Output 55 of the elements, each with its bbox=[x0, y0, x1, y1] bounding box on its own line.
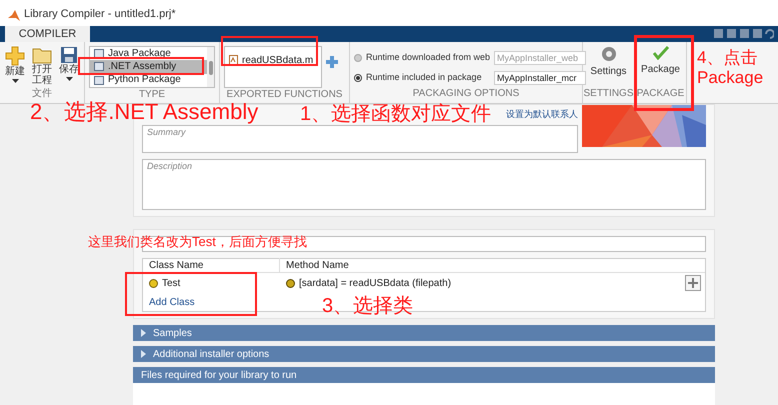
caret-icon bbox=[12, 79, 18, 84]
column-header: Method Name bbox=[285, 259, 350, 273]
section-label: 文件 bbox=[31, 87, 53, 101]
settings-button[interactable]: Settings bbox=[587, 46, 630, 79]
settings-icon bbox=[600, 46, 616, 62]
function-file-item[interactable]: readUSBdata.m bbox=[229, 52, 314, 68]
scrollbar[interactable] bbox=[207, 47, 214, 87]
section-header[interactable]: Additional installer options bbox=[133, 346, 715, 362]
app-logo-icon bbox=[8, 10, 20, 22]
section-header[interactable]: Files required for your library to run bbox=[133, 367, 715, 383]
installer-name-field[interactable]: MyAppInstaller_mcr bbox=[494, 71, 586, 85]
annotation-label: 2、选择.NET Assembly bbox=[30, 101, 258, 123]
type-list-item[interactable]: .NET Assembly bbox=[90, 60, 207, 74]
add-icon[interactable] bbox=[326, 56, 338, 68]
toolstrip-button[interactable]: 新建 bbox=[4, 46, 26, 86]
checkmark-icon bbox=[652, 46, 668, 60]
caret-icon bbox=[66, 77, 72, 82]
column-header: Class Name bbox=[143, 258, 280, 273]
plus-icon bbox=[688, 278, 698, 288]
radio-button[interactable] bbox=[354, 74, 362, 82]
class-icon bbox=[149, 278, 158, 288]
quick-access-toolbar-icon[interactable] bbox=[714, 28, 774, 40]
expand-triangle-icon bbox=[141, 350, 147, 358]
summary-field[interactable]: Summary bbox=[142, 125, 578, 153]
ribbon-tab[interactable]: COMPILER bbox=[5, 26, 90, 42]
annotation-label: 3、选择类 bbox=[322, 296, 414, 316]
section-header[interactable]: Samples bbox=[133, 325, 715, 341]
table-cell[interactable]: Test bbox=[143, 276, 280, 290]
plus-icon bbox=[5, 46, 25, 66]
add-method-button[interactable] bbox=[685, 275, 701, 291]
section-label: TYPE bbox=[138, 88, 166, 102]
method-icon bbox=[286, 278, 295, 288]
default-contact-link[interactable]: 设置为默认联系人 bbox=[506, 108, 578, 122]
annotation-label: 1、选择函数对应文件 bbox=[300, 104, 492, 124]
toolstrip-button[interactable]: 保存 bbox=[58, 46, 80, 86]
section-label: SETTINGS bbox=[583, 87, 634, 101]
table-cell[interactable]: [sardata] = readUSBdata (filepath) bbox=[280, 276, 685, 290]
annotation-label: 4、点击Package bbox=[697, 48, 764, 88]
expand-triangle-icon bbox=[141, 329, 147, 337]
namespace-field[interactable] bbox=[142, 236, 706, 252]
type-list-item[interactable]: Java Package bbox=[90, 47, 207, 60]
add-class-link[interactable]: Add Class bbox=[149, 294, 195, 310]
type-list-item[interactable]: Python Package bbox=[90, 74, 207, 87]
toolstrip-button[interactable]: 打开工程 bbox=[31, 46, 53, 86]
function-file-icon bbox=[229, 55, 238, 65]
description-field[interactable]: Description bbox=[142, 159, 706, 210]
annotation-label: 这里我们类名改为Test，后面方便寻找 bbox=[88, 235, 307, 248]
section-label: PACKAGING OPTIONS bbox=[412, 87, 520, 101]
window-title: Library Compiler - untitled1.prj* bbox=[24, 6, 176, 22]
radio-label: Runtime included in package bbox=[366, 71, 483, 84]
radio-label: Runtime downloaded from web bbox=[366, 51, 490, 64]
folder-icon bbox=[32, 46, 52, 64]
section-label: EXPORTED FUNCTIONS bbox=[226, 88, 344, 102]
section-label: PACKAGE bbox=[636, 87, 686, 101]
package-button[interactable]: Package bbox=[639, 46, 682, 77]
